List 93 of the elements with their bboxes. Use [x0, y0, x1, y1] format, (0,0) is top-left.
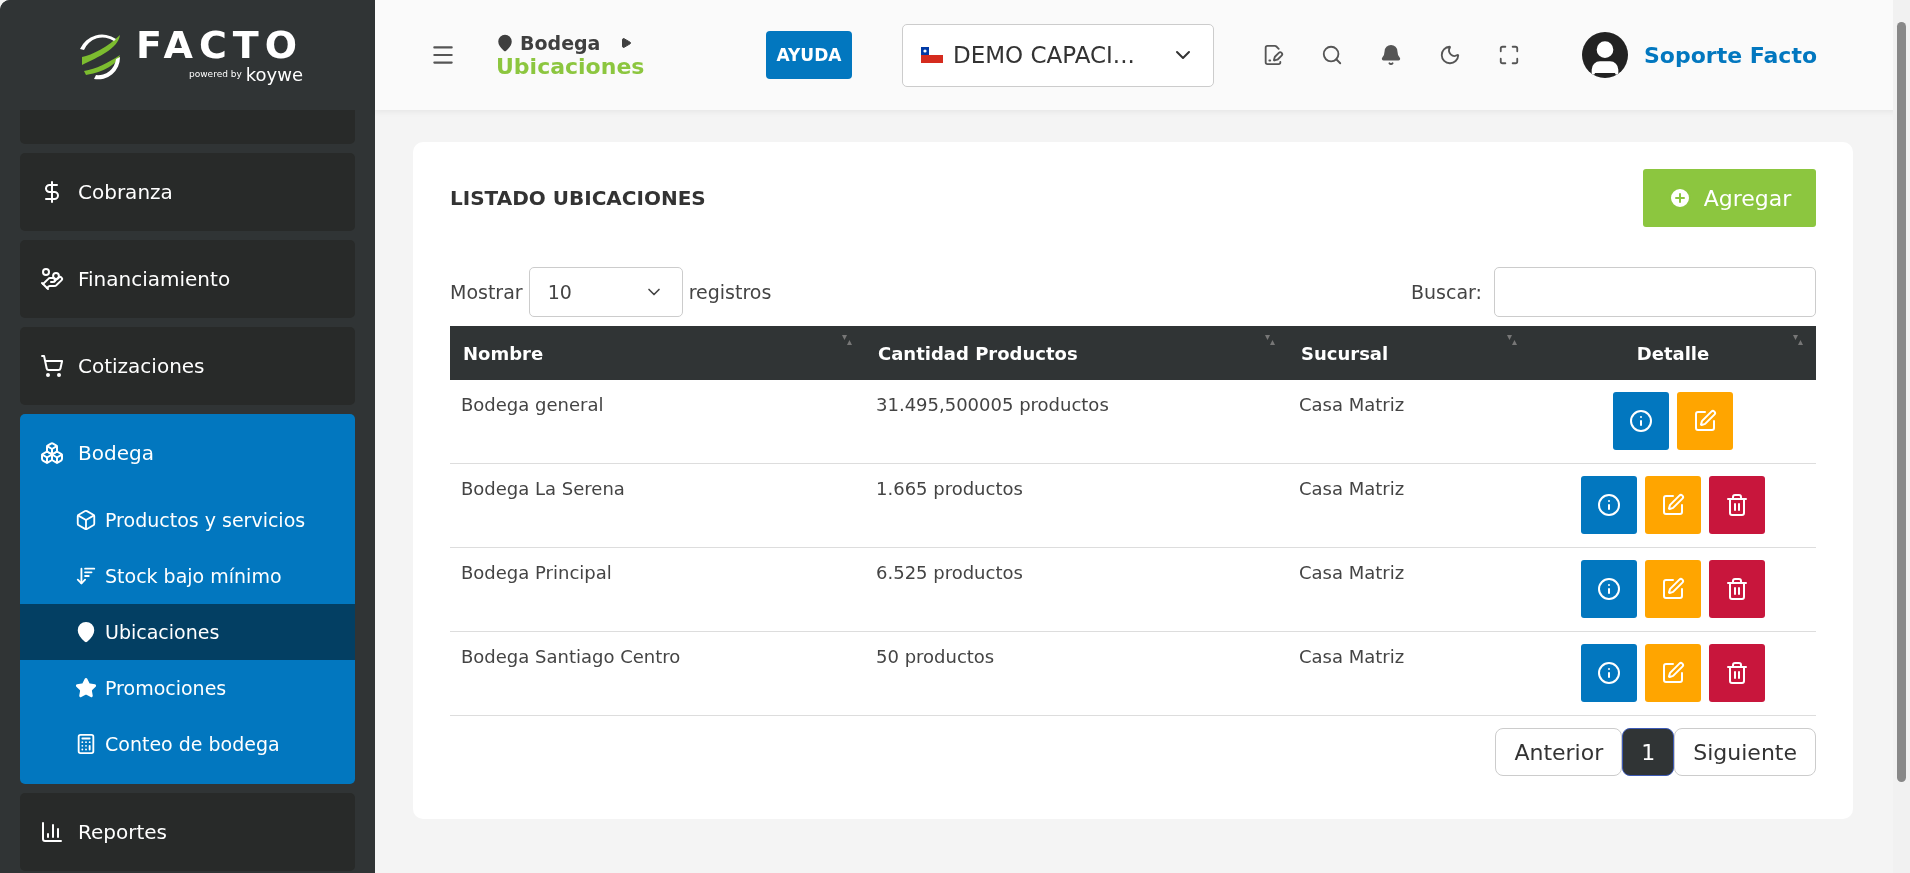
submenu-label: Stock bajo mínimo — [105, 565, 282, 587]
table-cell: 1.665 productos — [865, 464, 1288, 548]
search-button[interactable] — [1321, 44, 1343, 66]
submenu-label: Ubicaciones — [105, 621, 220, 643]
column-header[interactable]: Nombre — [450, 326, 865, 380]
table-cell: Bodega La Serena — [450, 464, 865, 548]
column-header[interactable]: Detalle — [1530, 326, 1816, 380]
menu-icon — [75, 677, 97, 699]
previous-button[interactable]: Anterior — [1495, 728, 1623, 776]
table-cell: 50 productos — [865, 632, 1288, 716]
submenu-item[interactable]: Stock bajo mínimo — [20, 548, 355, 604]
submenu-item[interactable]: Productos y servicios — [20, 492, 355, 548]
delete-button[interactable] — [1709, 644, 1765, 702]
edit-icon — [1661, 661, 1685, 685]
menu-icon — [40, 441, 64, 465]
table-cell: 31.495,500005 productos — [865, 380, 1288, 464]
info-button[interactable] — [1613, 392, 1669, 450]
table-cell: Casa Matriz — [1288, 380, 1530, 464]
delete-button[interactable] — [1709, 476, 1765, 534]
page-size-select[interactable]: 10 — [528, 267, 683, 317]
user-name[interactable]: Soporte Facto — [1644, 42, 1818, 68]
sort-icon[interactable] — [841, 334, 853, 346]
avatar[interactable] — [1582, 32, 1628, 78]
menu-icon — [75, 509, 97, 531]
panel-title: LISTADO UBICACIONES — [450, 186, 706, 210]
sidebar-label: Financiamiento — [78, 267, 231, 291]
help-button[interactable]: AYUDA — [766, 31, 852, 79]
company-select[interactable]: DEMO CAPACI... — [902, 23, 1214, 87]
sidebar-label: Reportes — [78, 820, 168, 844]
info-icon — [1597, 661, 1621, 685]
edit-icon — [1661, 493, 1685, 517]
next-button[interactable]: Siguiente — [1674, 728, 1816, 776]
submenu-label: Promociones — [105, 677, 227, 699]
caret-icon — [620, 36, 633, 49]
submenu-label: Conteo de bodega — [105, 733, 280, 755]
sort-icon[interactable] — [1792, 334, 1804, 346]
info-icon — [1597, 577, 1621, 601]
sidebar-item[interactable]: Reportes — [20, 793, 355, 871]
signature-button[interactable] — [1262, 44, 1284, 66]
table-cell: 6.525 productos — [865, 548, 1288, 632]
info-button[interactable] — [1581, 644, 1637, 702]
column-header[interactable]: Cantidad Productos — [865, 326, 1288, 380]
table-cell: Bodega Principal — [450, 548, 865, 632]
fullscreen-button[interactable] — [1498, 44, 1520, 66]
notifications-button[interactable] — [1380, 44, 1402, 66]
submenu-item[interactable]: Conteo de bodega — [20, 716, 355, 772]
info-button[interactable] — [1581, 560, 1637, 618]
table-cell: Bodega Santiago Centro — [450, 632, 865, 716]
logo-brand: koywe — [245, 63, 304, 85]
menu-icon — [75, 733, 97, 755]
menu-icon — [40, 354, 64, 378]
sidebar-label: Cobranza — [78, 180, 173, 204]
logo-tagline: powered by — [189, 69, 242, 79]
trash-icon — [1725, 661, 1749, 685]
sidebar-label: Cotizaciones — [78, 354, 205, 378]
dark-mode-button[interactable] — [1439, 44, 1461, 66]
pin-icon — [496, 33, 514, 52]
edit-icon — [1693, 409, 1717, 433]
trash-icon — [1725, 493, 1749, 517]
sort-icon[interactable] — [1506, 334, 1518, 346]
sidebar-item[interactable]: Bodega — [20, 414, 355, 492]
table-cell: Casa Matriz — [1288, 632, 1530, 716]
submenu-item[interactable]: Promociones — [20, 660, 355, 716]
sidebar-item[interactable]: Financiamiento — [20, 240, 355, 318]
sidebar-label: Bodega — [78, 441, 154, 465]
search-label: Buscar: — [1411, 281, 1482, 303]
info-icon — [1597, 493, 1621, 517]
page-title: Ubicaciones — [496, 53, 646, 79]
breadcrumb-link[interactable]: Bodega — [520, 31, 601, 54]
sidebar-item[interactable]: Cobranza — [20, 153, 355, 231]
edit-icon — [1661, 577, 1685, 601]
show-label: Mostrar — [450, 281, 523, 303]
table-cell: Casa Matriz — [1288, 548, 1530, 632]
submenu-item[interactable]: Ubicaciones — [20, 604, 355, 660]
table-cell: Casa Matriz — [1288, 464, 1530, 548]
menu-icon — [75, 565, 97, 587]
submenu-label: Productos y servicios — [105, 509, 306, 531]
info-button[interactable] — [1581, 476, 1637, 534]
logo-wordmark: FACTO — [135, 25, 304, 64]
page-button[interactable]: 1 — [1622, 728, 1675, 776]
info-icon — [1629, 409, 1653, 433]
delete-button[interactable] — [1709, 560, 1765, 618]
records-label: registros — [688, 281, 772, 303]
flag-icon — [921, 47, 943, 63]
search-field[interactable] — [1494, 267, 1816, 317]
table-cell: Bodega general — [450, 380, 865, 464]
trash-icon — [1725, 577, 1749, 601]
menu-icon — [75, 621, 97, 643]
menu-icon — [40, 267, 64, 291]
column-header[interactable]: Sucursal — [1288, 326, 1530, 380]
sort-icon[interactable] — [1264, 334, 1276, 346]
menu-icon — [40, 820, 64, 844]
sidebar-item[interactable]: Cotizaciones — [20, 327, 355, 405]
